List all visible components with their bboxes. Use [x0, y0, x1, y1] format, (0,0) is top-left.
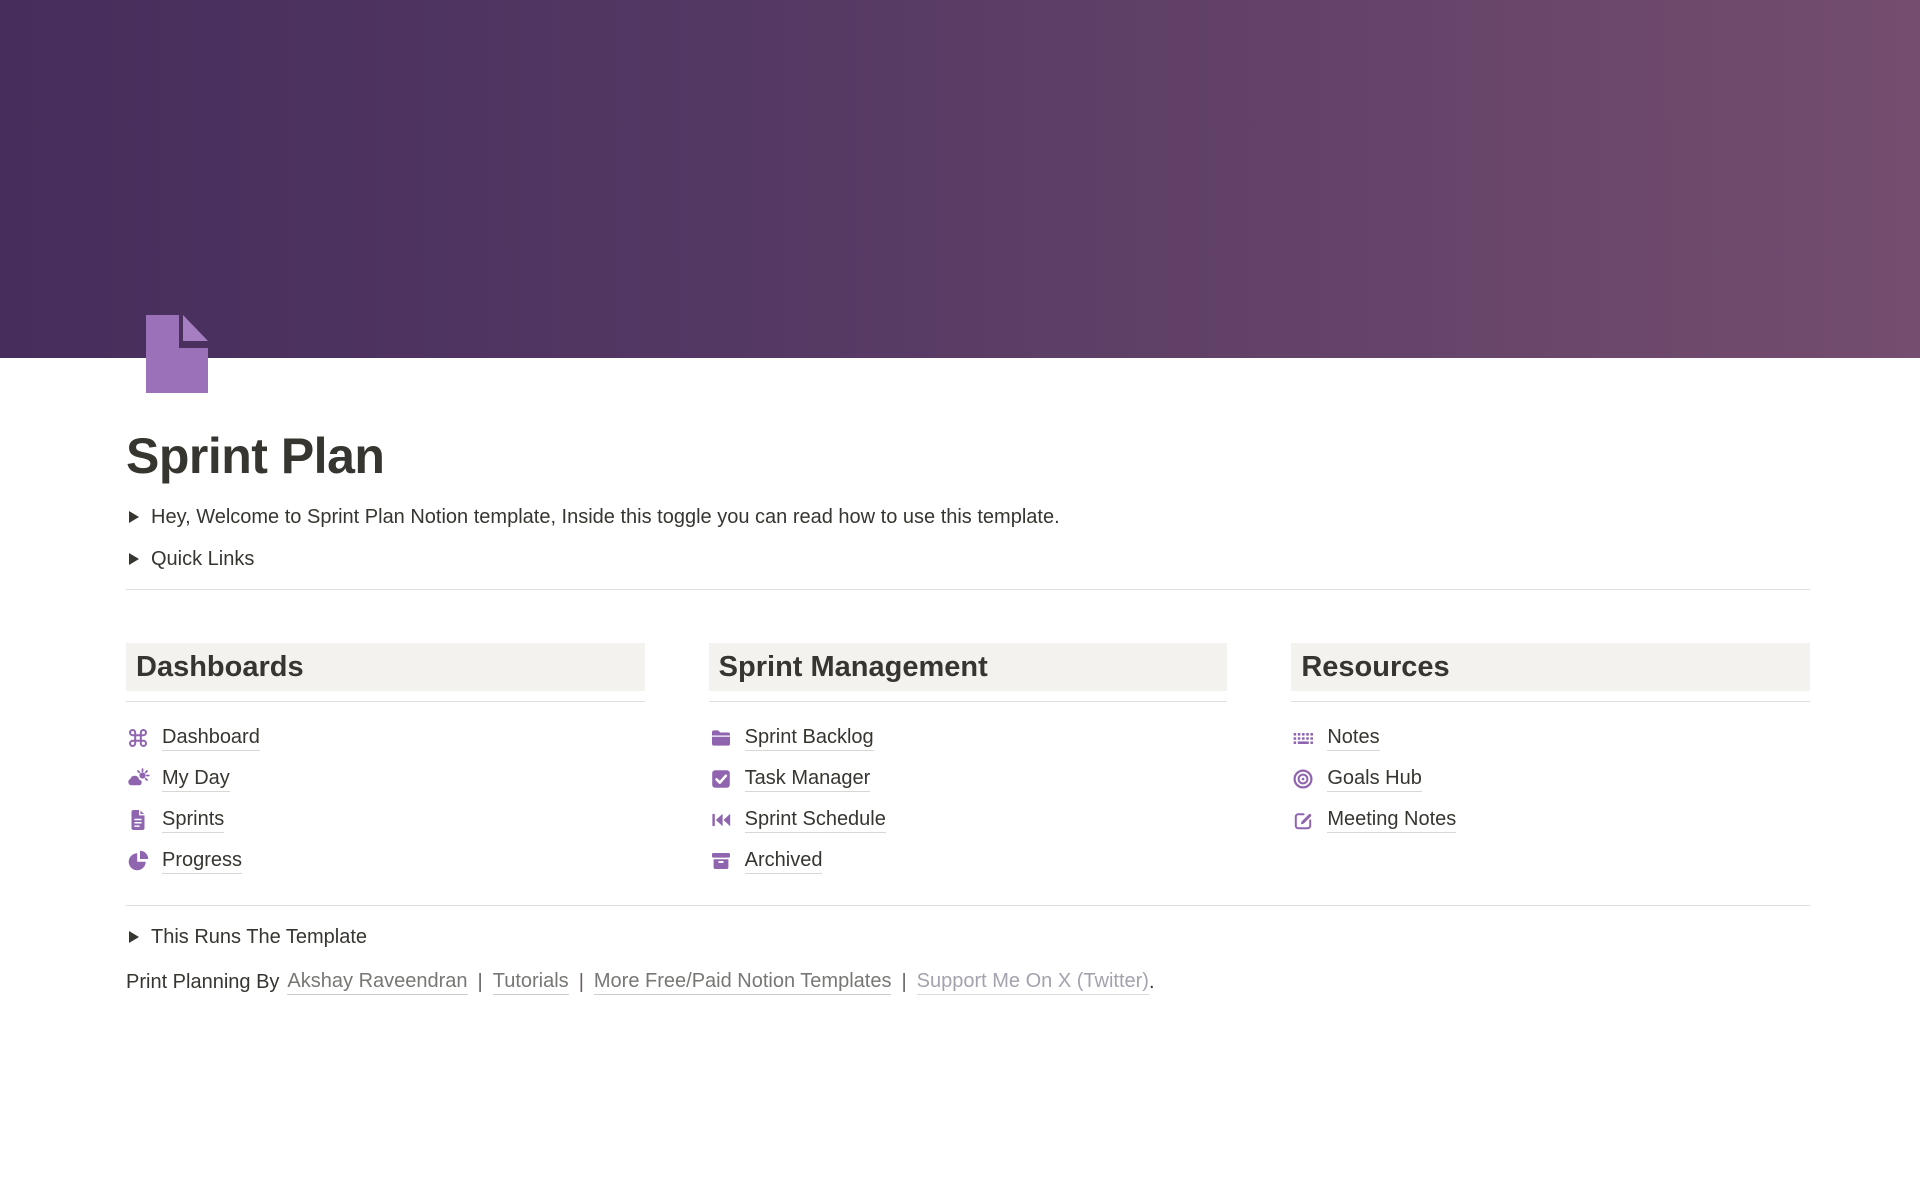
link-task-manager[interactable]: Task Manager	[709, 758, 1228, 799]
page-document-icon[interactable]	[146, 315, 208, 393]
page-icon-body	[146, 315, 208, 393]
notion-page: Sprint Plan Hey, Welcome to Sprint Plan …	[0, 0, 1920, 1199]
archive-icon	[709, 849, 733, 873]
link-label[interactable]: My Day	[162, 766, 230, 792]
toggle-runs-template[interactable]: This Runs The Template	[126, 916, 1810, 958]
link-progress[interactable]: Progress	[126, 840, 645, 881]
link-label[interactable]: Notes	[1327, 725, 1379, 751]
checkbox-icon	[709, 767, 733, 791]
link-sprint-schedule[interactable]: Sprint Schedule	[709, 799, 1228, 840]
link-list: Dashboard	[126, 717, 645, 881]
link-label[interactable]: Progress	[162, 848, 242, 874]
keyboard-icon	[1291, 726, 1315, 750]
divider	[1291, 701, 1810, 702]
page-title: Sprint Plan	[126, 426, 1810, 486]
target-icon	[1291, 767, 1315, 791]
link-dashboard[interactable]: Dashboard	[126, 717, 645, 758]
column-heading-label: Resources	[1301, 651, 1449, 684]
command-icon	[126, 726, 150, 750]
sun-cloud-icon	[126, 767, 150, 791]
credit-line: Print Planning By Akshay Raveendran | Tu…	[126, 962, 1810, 1002]
divider	[126, 701, 645, 702]
pie-chart-icon	[126, 849, 150, 873]
link-meeting-notes[interactable]: Meeting Notes	[1291, 799, 1810, 840]
column-heading-label: Sprint Management	[719, 651, 988, 684]
separator: |	[579, 971, 584, 994]
toggle-welcome-label: Hey, Welcome to Sprint Plan Notion templ…	[151, 506, 1060, 529]
toggle-triangle-icon[interactable]	[129, 931, 139, 943]
column-dashboards: Dashboards Dashboard	[126, 643, 645, 881]
link-my-day[interactable]: My Day	[126, 758, 645, 799]
page-content: Sprint Plan Hey, Welcome to Sprint Plan …	[126, 426, 1810, 1002]
link-label[interactable]: Sprint Backlog	[745, 725, 874, 751]
page-icon-fold	[183, 315, 208, 341]
link-label[interactable]: Sprint Schedule	[745, 807, 886, 833]
credit-prefix: Print Planning By	[126, 971, 279, 994]
column-heading: Sprint Management	[709, 643, 1228, 691]
folder-icon	[709, 726, 733, 750]
link-sprints[interactable]: Sprints	[126, 799, 645, 840]
page-cover	[0, 0, 1920, 358]
separator: |	[901, 971, 906, 994]
toggle-triangle-icon[interactable]	[129, 511, 139, 523]
column-resources: Resources Notes	[1291, 643, 1810, 881]
toggle-quick-links[interactable]: Quick Links	[126, 538, 1810, 580]
link-archived[interactable]: Archived	[709, 840, 1228, 881]
divider	[126, 905, 1810, 906]
link-label[interactable]: Dashboard	[162, 725, 260, 751]
column-heading: Dashboards	[126, 643, 645, 691]
credit-suffix: .	[1149, 971, 1155, 994]
separator: |	[478, 971, 483, 994]
link-label[interactable]: Meeting Notes	[1327, 807, 1456, 833]
toggle-triangle-icon[interactable]	[129, 553, 139, 565]
toggle-runs-template-label: This Runs The Template	[151, 926, 367, 949]
link-sprint-backlog[interactable]: Sprint Backlog	[709, 717, 1228, 758]
link-list: Notes Goals Hub	[1291, 717, 1810, 840]
link-list: Sprint Backlog Task Manager	[709, 717, 1228, 881]
credit-link-tutorials[interactable]: Tutorials	[493, 970, 569, 995]
credit-link-author[interactable]: Akshay Raveendran	[287, 970, 467, 995]
link-label[interactable]: Archived	[745, 848, 823, 874]
credit-link-templates[interactable]: More Free/Paid Notion Templates	[594, 970, 892, 995]
column-heading: Resources	[1291, 643, 1810, 691]
rewind-icon	[709, 808, 733, 832]
link-notes[interactable]: Notes	[1291, 717, 1810, 758]
credit-link-twitter[interactable]: Support Me On X (Twitter)	[917, 970, 1149, 995]
toggle-welcome[interactable]: Hey, Welcome to Sprint Plan Notion templ…	[126, 496, 1810, 538]
link-label[interactable]: Sprints	[162, 807, 224, 833]
divider	[126, 589, 1810, 590]
link-label[interactable]: Task Manager	[745, 766, 871, 792]
compose-icon	[1291, 808, 1315, 832]
link-label[interactable]: Goals Hub	[1327, 766, 1422, 792]
column-heading-label: Dashboards	[136, 651, 304, 684]
column-sprint-management: Sprint Management Sprint Backlog	[709, 643, 1228, 881]
link-goals-hub[interactable]: Goals Hub	[1291, 758, 1810, 799]
document-icon	[126, 808, 150, 832]
divider	[709, 701, 1228, 702]
toggle-quick-links-label: Quick Links	[151, 548, 254, 571]
columns-section: Dashboards Dashboard	[126, 643, 1810, 881]
